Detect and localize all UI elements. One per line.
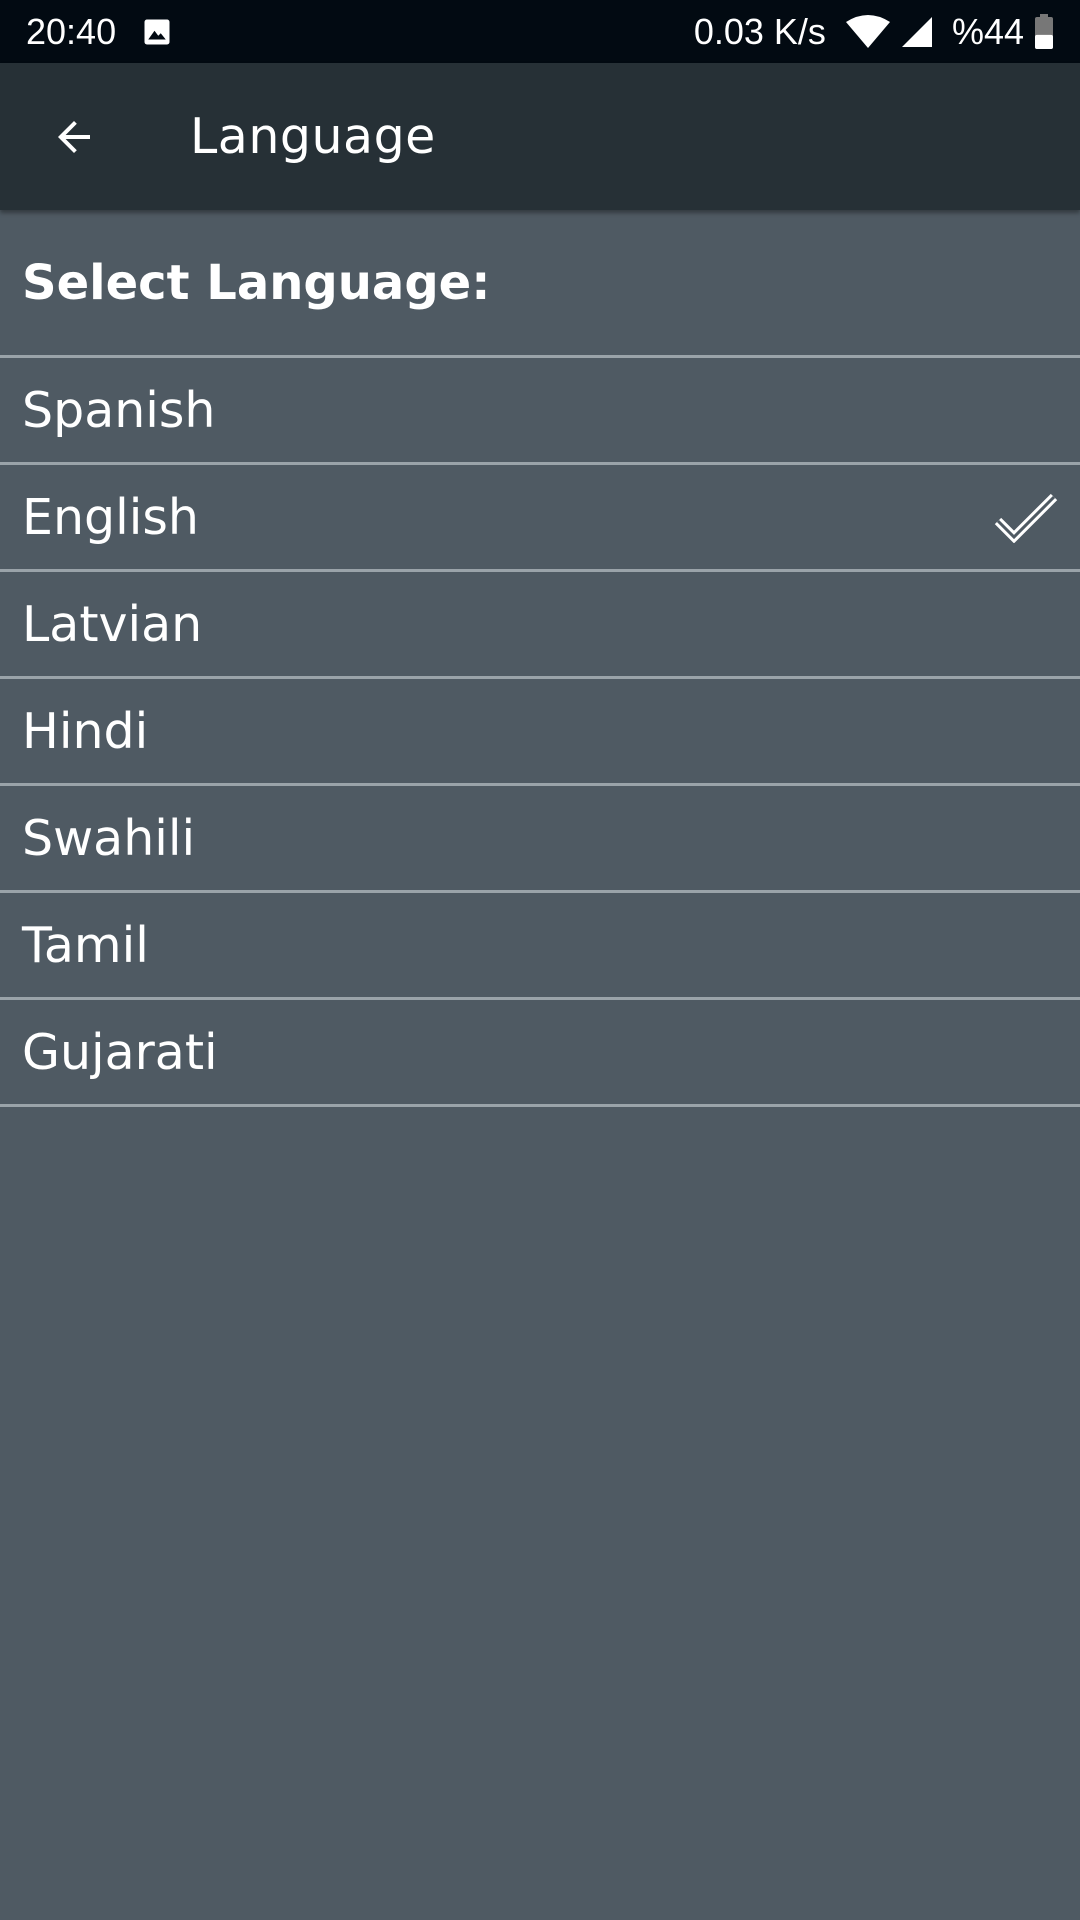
cell-signal-icon	[900, 15, 934, 49]
arrow-back-icon	[58, 120, 90, 153]
language-label: Gujarati	[22, 1023, 218, 1081]
language-item-english[interactable]: English	[0, 465, 1080, 572]
status-time: 20:40	[26, 10, 117, 52]
content: Select Language: Spanish English Latvian…	[0, 210, 1080, 1107]
checkmark-icon	[994, 491, 1058, 543]
page-title: Language	[190, 108, 436, 165]
status-bar: 20:40 0.03 K/s %44	[0, 0, 1080, 63]
battery-percent: %44	[951, 10, 1024, 52]
image-icon	[142, 17, 172, 47]
language-label: Spanish	[22, 381, 216, 439]
language-label: Latvian	[22, 595, 203, 653]
language-item-tamil[interactable]: Tamil	[0, 893, 1080, 1000]
battery-icon	[1034, 13, 1054, 50]
language-item-spanish[interactable]: Spanish	[0, 358, 1080, 465]
language-label: Swahili	[22, 809, 196, 867]
status-right: 0.03 K/s %44	[694, 11, 1054, 53]
wifi-icon	[844, 14, 892, 50]
language-list: Spanish English Latvian Hindi Swahili Ta…	[0, 358, 1080, 1107]
language-label: Tamil	[22, 916, 149, 974]
language-item-swahili[interactable]: Swahili	[0, 786, 1080, 893]
language-item-hindi[interactable]: Hindi	[0, 679, 1080, 786]
language-item-latvian[interactable]: Latvian	[0, 572, 1080, 679]
status-left: 20:40	[26, 11, 172, 53]
section-header: Select Language:	[0, 210, 1080, 358]
back-button[interactable]	[24, 87, 124, 187]
language-label: Hindi	[22, 702, 149, 760]
language-label: English	[22, 488, 199, 546]
net-speed: 0.03 K/s	[693, 10, 826, 52]
app-bar: Language	[0, 63, 1080, 210]
language-item-gujarati[interactable]: Gujarati	[0, 1000, 1080, 1107]
